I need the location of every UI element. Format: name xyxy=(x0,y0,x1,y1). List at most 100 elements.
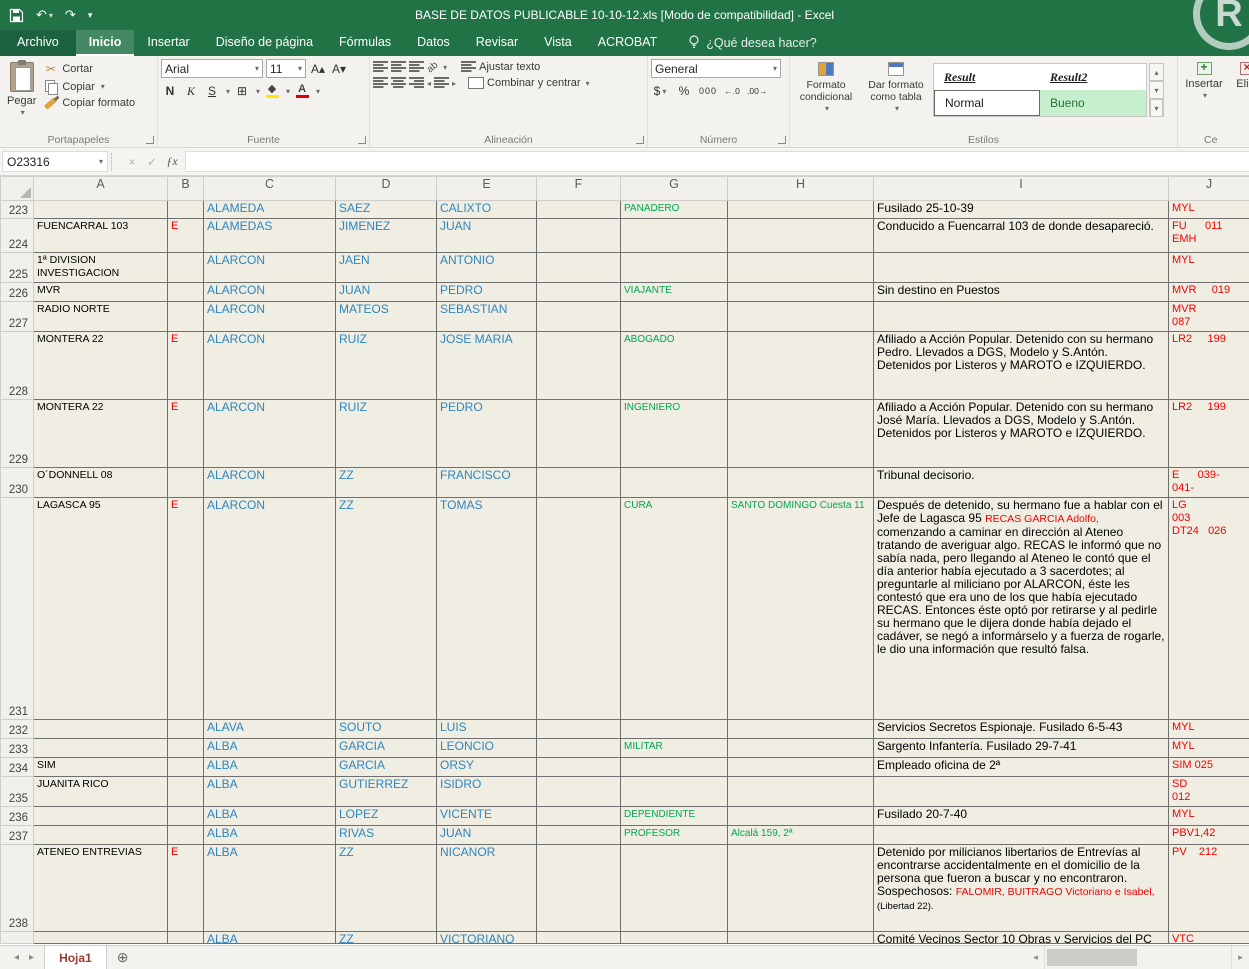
cell-Cp16[interactable]: ALBA xyxy=(204,932,336,944)
add-sheet-icon[interactable]: ⊕ xyxy=(107,946,139,969)
cell-G223[interactable]: PANADERO xyxy=(621,201,728,219)
cell-Fp16[interactable] xyxy=(537,932,621,944)
undo-icon[interactable]: ↶▾ xyxy=(36,7,53,23)
style-normal[interactable]: Normal xyxy=(934,90,1040,116)
underline-button[interactable]: S xyxy=(203,82,221,100)
currency-icon[interactable]: $▾ xyxy=(651,82,669,100)
cell-A238[interactable]: ATENEO ENTREVIAS xyxy=(34,845,168,932)
insert-function-icon[interactable]: ƒx xyxy=(163,154,181,169)
cell-G234[interactable] xyxy=(621,758,728,777)
cell-D228[interactable]: RUIZ xyxy=(336,332,437,400)
cell-Gp16[interactable] xyxy=(621,932,728,944)
cell-D232[interactable]: SOUTO xyxy=(336,720,437,739)
column-header-I[interactable]: I xyxy=(874,177,1169,201)
cell-B226[interactable] xyxy=(168,283,204,302)
cell-G229[interactable]: INGENIERO xyxy=(621,400,728,468)
cell-E229[interactable]: PEDRO xyxy=(437,400,537,468)
cell-F234[interactable] xyxy=(537,758,621,777)
cell-G235[interactable] xyxy=(621,777,728,807)
row-header-partial-16[interactable] xyxy=(1,932,34,944)
cell-F237[interactable] xyxy=(537,826,621,845)
sheet-prev-icon[interactable]: ◂ xyxy=(14,952,19,963)
scrollbar-track[interactable] xyxy=(1044,946,1232,969)
scroll-right-icon[interactable]: ▸ xyxy=(1232,946,1249,969)
cell-D225[interactable]: JAEN xyxy=(336,253,437,283)
cell-A229[interactable]: MONTERA 22 xyxy=(34,400,168,468)
cell-Ep16[interactable]: VICTORIANO xyxy=(437,932,537,944)
cell-F233[interactable] xyxy=(537,739,621,758)
row-header-234[interactable]: 234 xyxy=(1,758,34,777)
column-header-J[interactable]: J xyxy=(1169,177,1249,201)
cell-G232[interactable] xyxy=(621,720,728,739)
cell-C225[interactable]: ALARCON xyxy=(204,253,336,283)
row-header-225[interactable]: 225 xyxy=(1,253,34,283)
cell-F236[interactable] xyxy=(537,807,621,826)
cell-E224[interactable]: JUAN xyxy=(437,219,537,253)
cell-F227[interactable] xyxy=(537,302,621,332)
cell-I229[interactable]: Afiliado a Acción Popular. Detenido con … xyxy=(874,400,1169,468)
cell-D227[interactable]: MATEOS xyxy=(336,302,437,332)
cell-I236[interactable]: Fusilado 20-7-40 xyxy=(874,807,1169,826)
tab-acrobat[interactable]: ACROBAT xyxy=(585,30,671,56)
cell-E236[interactable]: VICENTE xyxy=(437,807,537,826)
cell-F223[interactable] xyxy=(537,201,621,219)
cell-C236[interactable]: ALBA xyxy=(204,807,336,826)
cell-J228[interactable]: LR2 199 xyxy=(1169,332,1249,400)
cell-H230[interactable] xyxy=(728,468,874,498)
name-box-dropdown-icon[interactable]: ▾ xyxy=(99,157,103,166)
cell-Ip16[interactable]: Comité Vecinos Sector 10 Obras y Servici… xyxy=(874,932,1169,944)
cell-I225[interactable] xyxy=(874,253,1169,283)
cell-E233[interactable]: LEONCIO xyxy=(437,739,537,758)
font-dialog-launcher[interactable] xyxy=(358,136,366,144)
cell-H225[interactable] xyxy=(728,253,874,283)
row-header-235[interactable]: 235 xyxy=(1,777,34,807)
cell-H223[interactable] xyxy=(728,201,874,219)
cell-I230[interactable]: Tribunal decisorio. xyxy=(874,468,1169,498)
format-as-table-button[interactable]: Dar formato como tabla ▾ xyxy=(859,59,933,131)
bold-button[interactable]: N xyxy=(161,82,179,100)
cell-H224[interactable] xyxy=(728,219,874,253)
cell-E237[interactable]: JUAN xyxy=(437,826,537,845)
cell-D237[interactable]: RIVAS xyxy=(336,826,437,845)
cell-I235[interactable] xyxy=(874,777,1169,807)
cell-B225[interactable] xyxy=(168,253,204,283)
cell-A225[interactable]: 1ª DIVISION INVESTIGACION CRIMINAL xyxy=(34,253,168,283)
delete-cells-button[interactable]: Elim xyxy=(1227,59,1249,131)
row-header-226[interactable]: 226 xyxy=(1,283,34,302)
tab-archivo[interactable]: Archivo xyxy=(0,30,76,56)
cell-G227[interactable] xyxy=(621,302,728,332)
cell-J233[interactable]: MYL xyxy=(1169,739,1249,758)
align-right-icon[interactable] xyxy=(409,77,424,89)
cell-F238[interactable] xyxy=(537,845,621,932)
cell-E226[interactable]: PEDRO xyxy=(437,283,537,302)
tab-f-rmulas[interactable]: Fórmulas xyxy=(326,30,404,56)
column-header-B[interactable]: B xyxy=(168,177,204,201)
cell-A237[interactable] xyxy=(34,826,168,845)
cell-B232[interactable] xyxy=(168,720,204,739)
comma-style-icon[interactable]: 000 xyxy=(699,82,717,100)
format-painter-button[interactable]: Copiar formato xyxy=(40,96,138,110)
conditional-formatting-button[interactable]: Formato condicional ▾ xyxy=(793,59,859,131)
cell-J235[interactable]: SD 012 xyxy=(1169,777,1249,807)
cell-B233[interactable] xyxy=(168,739,204,758)
cell-B236[interactable] xyxy=(168,807,204,826)
tab-datos[interactable]: Datos xyxy=(404,30,463,56)
cell-C237[interactable]: ALBA xyxy=(204,826,336,845)
copy-button[interactable]: Copiar▾ xyxy=(40,79,138,94)
insert-cells-button[interactable]: Insertar ▾ xyxy=(1181,59,1227,131)
cell-I231[interactable]: Después de detenido, su hermano fue a ha… xyxy=(874,498,1169,720)
cell-G236[interactable]: DEPENDIENTE xyxy=(621,807,728,826)
paste-dropdown-icon[interactable]: ▾ xyxy=(21,107,25,119)
cell-C229[interactable]: ALARCON xyxy=(204,400,336,468)
cell-A224[interactable]: FUENCARRAL 103 xyxy=(34,219,168,253)
cell-H234[interactable] xyxy=(728,758,874,777)
cell-J237[interactable]: PBV1,42 xyxy=(1169,826,1249,845)
align-bottom-icon[interactable] xyxy=(409,61,424,73)
cell-E234[interactable]: ORSY xyxy=(437,758,537,777)
cell-I227[interactable] xyxy=(874,302,1169,332)
cell-A228[interactable]: MONTERA 22 xyxy=(34,332,168,400)
cell-J232[interactable]: MYL xyxy=(1169,720,1249,739)
cell-A234[interactable]: SIM xyxy=(34,758,168,777)
grow-font-button[interactable]: A▴ xyxy=(309,60,327,78)
cell-E232[interactable]: LUIS xyxy=(437,720,537,739)
